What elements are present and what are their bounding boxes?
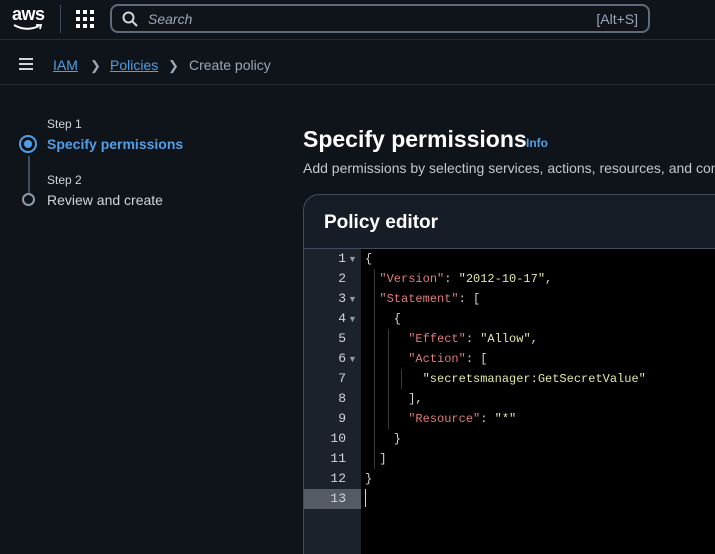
step-2-label: Step 2 (47, 173, 82, 187)
code-line: { (365, 252, 373, 266)
line-number: 10 (330, 431, 346, 446)
fold-toggle-icon[interactable]: ▼ (348, 289, 357, 309)
line-number: 7 (338, 371, 346, 386)
step-connector (28, 156, 30, 193)
aws-logo[interactable]: aws (12, 5, 46, 33)
step-1-title[interactable]: Specify permissions (47, 136, 183, 152)
fold-toggle-icon[interactable]: ▼ (348, 349, 357, 369)
code-line: { (365, 312, 402, 326)
code-line: "Statement": [ (379, 292, 481, 306)
chevron-right-icon: ❯ (90, 58, 101, 73)
step-2-inactive-icon (22, 193, 35, 206)
code-line: } (365, 432, 402, 446)
line-number: 8 (338, 391, 346, 406)
chevron-right-icon: ❯ (168, 58, 179, 73)
page-description: Add permissions by selecting services, a… (303, 160, 715, 176)
info-link[interactable]: Info (526, 136, 548, 150)
breadcrumb-bar: IAM ❯ Policies ❯ Create policy (0, 41, 715, 85)
line-number: 11 (330, 451, 346, 466)
line-number: 6 (338, 351, 346, 366)
nav-divider (60, 5, 61, 33)
code-line: ], (365, 392, 423, 406)
code-line: "Action": [ (408, 352, 488, 366)
code-line: ] (365, 452, 387, 466)
breadcrumb-iam[interactable]: IAM (53, 57, 78, 73)
menu-icon[interactable] (19, 58, 33, 70)
page-title: Specify permissions (303, 126, 527, 152)
code-line: "Version": "2012-10-17", (379, 272, 553, 286)
line-number-gutter: 1 2 3 4 5 6 7 8 9 10 11 12 13 ▼ ▼ ▼ ▼ (304, 249, 361, 554)
code-line: "secretsmanager:GetSecretValue" (422, 372, 646, 386)
fold-toggle-icon[interactable]: ▼ (348, 249, 357, 269)
text-cursor (365, 489, 366, 507)
aws-logo-text: aws (12, 4, 45, 24)
line-number: 5 (338, 331, 346, 346)
services-grid-icon[interactable] (76, 10, 94, 28)
search-input[interactable]: Search [Alt+S] (110, 4, 650, 33)
breadcrumb-policies[interactable]: Policies (110, 57, 158, 73)
line-number: 1 (338, 251, 346, 266)
step-1-active-icon (19, 135, 37, 153)
top-nav: aws Search [Alt+S] (0, 0, 715, 40)
line-number: 12 (330, 471, 346, 486)
search-placeholder: Search (148, 11, 193, 27)
policy-editor-card: Policy editor 1 2 3 4 5 6 7 8 9 10 11 12… (303, 194, 715, 554)
aws-smile-icon (13, 24, 43, 30)
line-number: 4 (338, 311, 346, 326)
breadcrumb-current: Create policy (189, 57, 271, 73)
code-editor[interactable]: { "Version": "2012-10-17", "Statement": … (361, 249, 715, 554)
line-number: 3 (338, 291, 346, 306)
step-2-title: Review and create (47, 192, 163, 208)
step-1-label: Step 1 (47, 117, 82, 131)
code-line: } (365, 472, 373, 486)
line-number: 13 (330, 491, 346, 506)
line-number: 2 (338, 271, 346, 286)
code-line: "Effect": "Allow", (408, 332, 538, 346)
search-icon (122, 11, 138, 27)
line-number: 9 (338, 411, 346, 426)
fold-toggle-icon[interactable]: ▼ (348, 309, 357, 329)
code-line: "Resource": "*" (408, 412, 517, 426)
search-shortcut: [Alt+S] (596, 11, 638, 27)
policy-editor-title: Policy editor (324, 212, 439, 233)
